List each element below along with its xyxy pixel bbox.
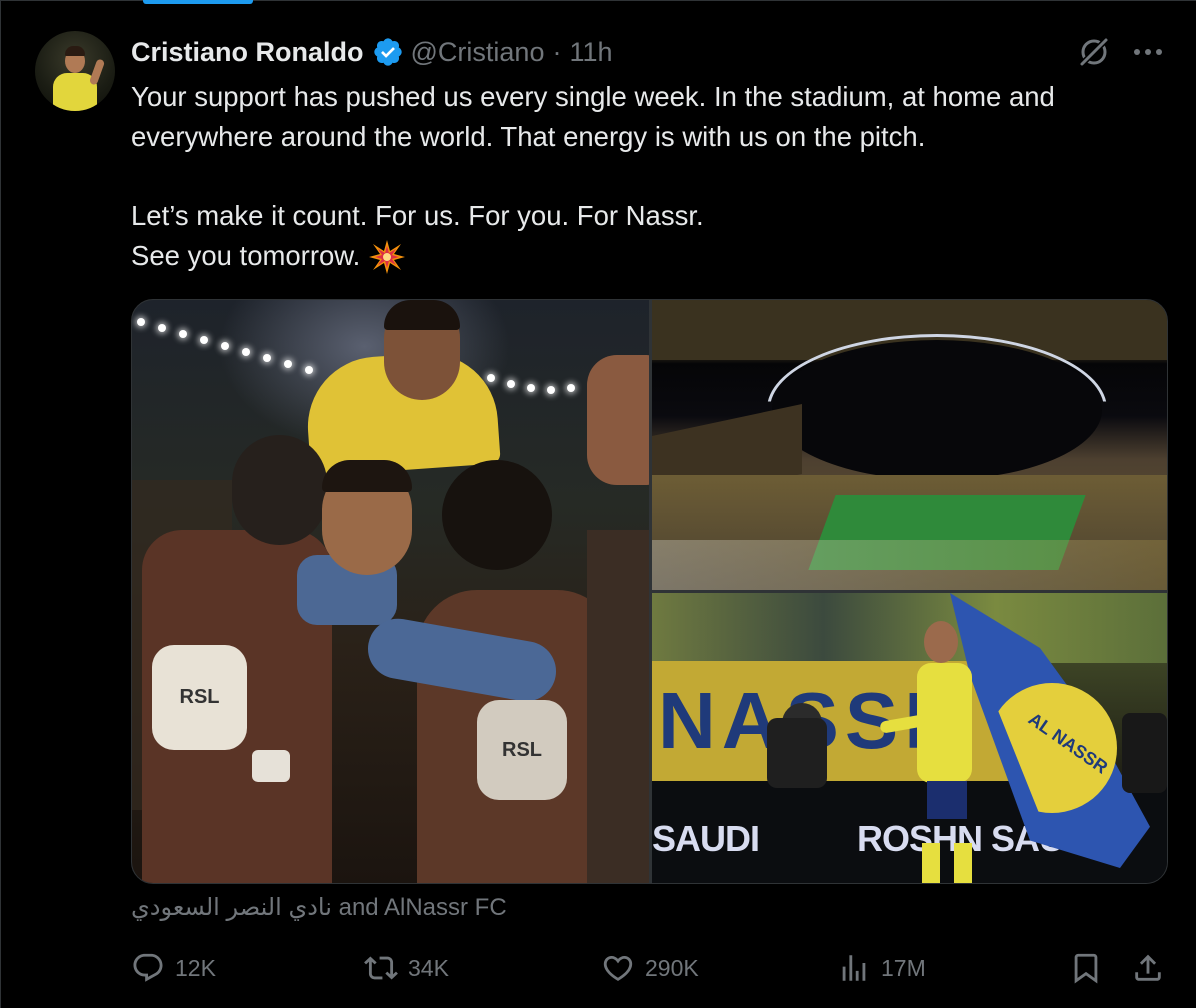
separator-dot: · [552, 36, 562, 67]
tweet-text-line: everywhere around the world. That energy… [131, 120, 926, 152]
display-name[interactable]: Cristiano Ronaldo [131, 37, 364, 68]
photo-stadium[interactable] [652, 300, 1167, 590]
tweet-text: Your support has pushed us every single … [131, 77, 1176, 276]
repost-count: 34K [408, 954, 449, 981]
tweet-text-line: Let’s make it count. For us. For you. Fo… [131, 200, 704, 231]
media-grid: RSL RSL NASSR SAUDI ROSHN SAUDI AL NASSR [131, 299, 1168, 884]
repost-icon [364, 956, 398, 980]
rsl-badge: RSL [477, 700, 567, 800]
active-tab-indicator [143, 0, 253, 4]
tweet-text-segment: See you tomorrow. [131, 239, 361, 271]
timestamp[interactable]: 11h [569, 37, 612, 68]
share-icon [1135, 954, 1161, 981]
photo-celebration[interactable]: RSL RSL [132, 300, 649, 883]
action-bar: 12K 34K 290K 17M [131, 948, 1166, 988]
tweet-text-line: See you tomorrow. [131, 236, 1176, 277]
avatar-arm [88, 58, 106, 86]
photo-flag[interactable]: NASSR SAUDI ROSHN SAUDI AL NASSR [652, 593, 1167, 883]
views-icon [842, 955, 866, 981]
view-count: 17M [881, 954, 926, 981]
ad-board-text: SAUDI [652, 818, 760, 859]
like-button[interactable]: 290K [601, 948, 699, 988]
avatar-hair [65, 46, 85, 56]
tweet-text-line: Your support has pushed us every single … [131, 81, 1055, 112]
timeline-border [0, 0, 1, 1008]
share-button[interactable] [1131, 948, 1175, 988]
reply-button[interactable]: 12K [131, 948, 216, 988]
reply-count: 12K [175, 954, 216, 981]
grok-icon[interactable] [1075, 33, 1113, 71]
views-button[interactable]: 17M [837, 948, 926, 988]
like-icon [603, 955, 633, 981]
handle[interactable]: @Cristiano [411, 37, 545, 68]
bookmark-button[interactable] [1069, 948, 1113, 988]
tagged-accounts[interactable]: نادي النصر السعودي and AlNassr FC [131, 893, 507, 922]
reply-icon [133, 953, 163, 982]
avatar[interactable] [35, 31, 115, 111]
tweet-header: Cristiano Ronaldo @Cristiano · 11h [131, 32, 613, 72]
collision-emoji-icon [369, 240, 406, 275]
rsl-badge: RSL [152, 645, 247, 750]
bookmark-icon [1074, 953, 1098, 984]
like-count: 290K [645, 954, 699, 981]
repost-button[interactable]: 34K [364, 948, 449, 988]
more-icon[interactable] [1130, 39, 1168, 65]
verified-badge-icon[interactable] [372, 36, 404, 68]
